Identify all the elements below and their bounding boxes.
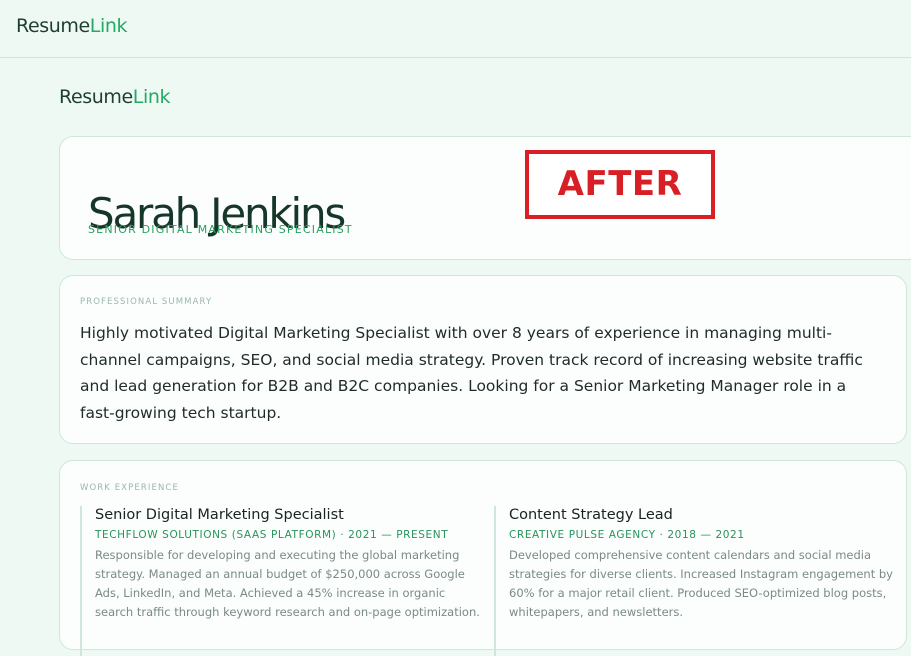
professional-summary-card: PROFESSIONAL SUMMARY Highly motivated Di…	[59, 275, 907, 444]
job-description: Responsible for developing and executing…	[95, 548, 480, 619]
after-badge-label: AFTER	[557, 164, 683, 204]
job-company-dates: CREATIVE PULSE AGENCY · 2018 — 2021	[509, 529, 745, 541]
section-label-work: WORK EXPERIENCE	[80, 483, 179, 493]
summary-text: Highly motivated Digital Marketing Speci…	[80, 324, 863, 422]
logo-text-link: Link	[89, 15, 128, 37]
logo-text-resume: Resume	[59, 86, 133, 108]
candidate-role: SENIOR DIGITAL MARKETING SPECIALIST	[88, 223, 353, 236]
job-company-dates: TECHFLOW SOLUTIONS (SAAS PLATFORM) · 202…	[95, 529, 449, 541]
job-description: Developed comprehensive content calendar…	[509, 548, 893, 619]
job-title: Content Strategy Lead	[509, 507, 673, 523]
section-label-summary: PROFESSIONAL SUMMARY	[80, 297, 213, 307]
logo-text-resume: Resume	[16, 15, 90, 37]
work-experience-card: WORK EXPERIENCE Senior Digital Marketing…	[59, 460, 907, 656]
after-badge: AFTER	[525, 150, 715, 219]
job-entry: Senior Digital Marketing Specialist TECH…	[80, 506, 480, 656]
logo-text-link: Link	[132, 86, 171, 108]
resume-logo: ResumeLink	[59, 86, 170, 108]
resume-header-card: Sarah Jenkins SENIOR DIGITAL MARKETING S…	[59, 136, 911, 260]
job-title: Senior Digital Marketing Specialist	[95, 507, 344, 523]
job-entry: Content Strategy Lead CREATIVE PULSE AGE…	[494, 506, 893, 656]
app-logo[interactable]: ResumeLink	[16, 15, 127, 37]
top-bar: ResumeLink	[0, 0, 911, 58]
